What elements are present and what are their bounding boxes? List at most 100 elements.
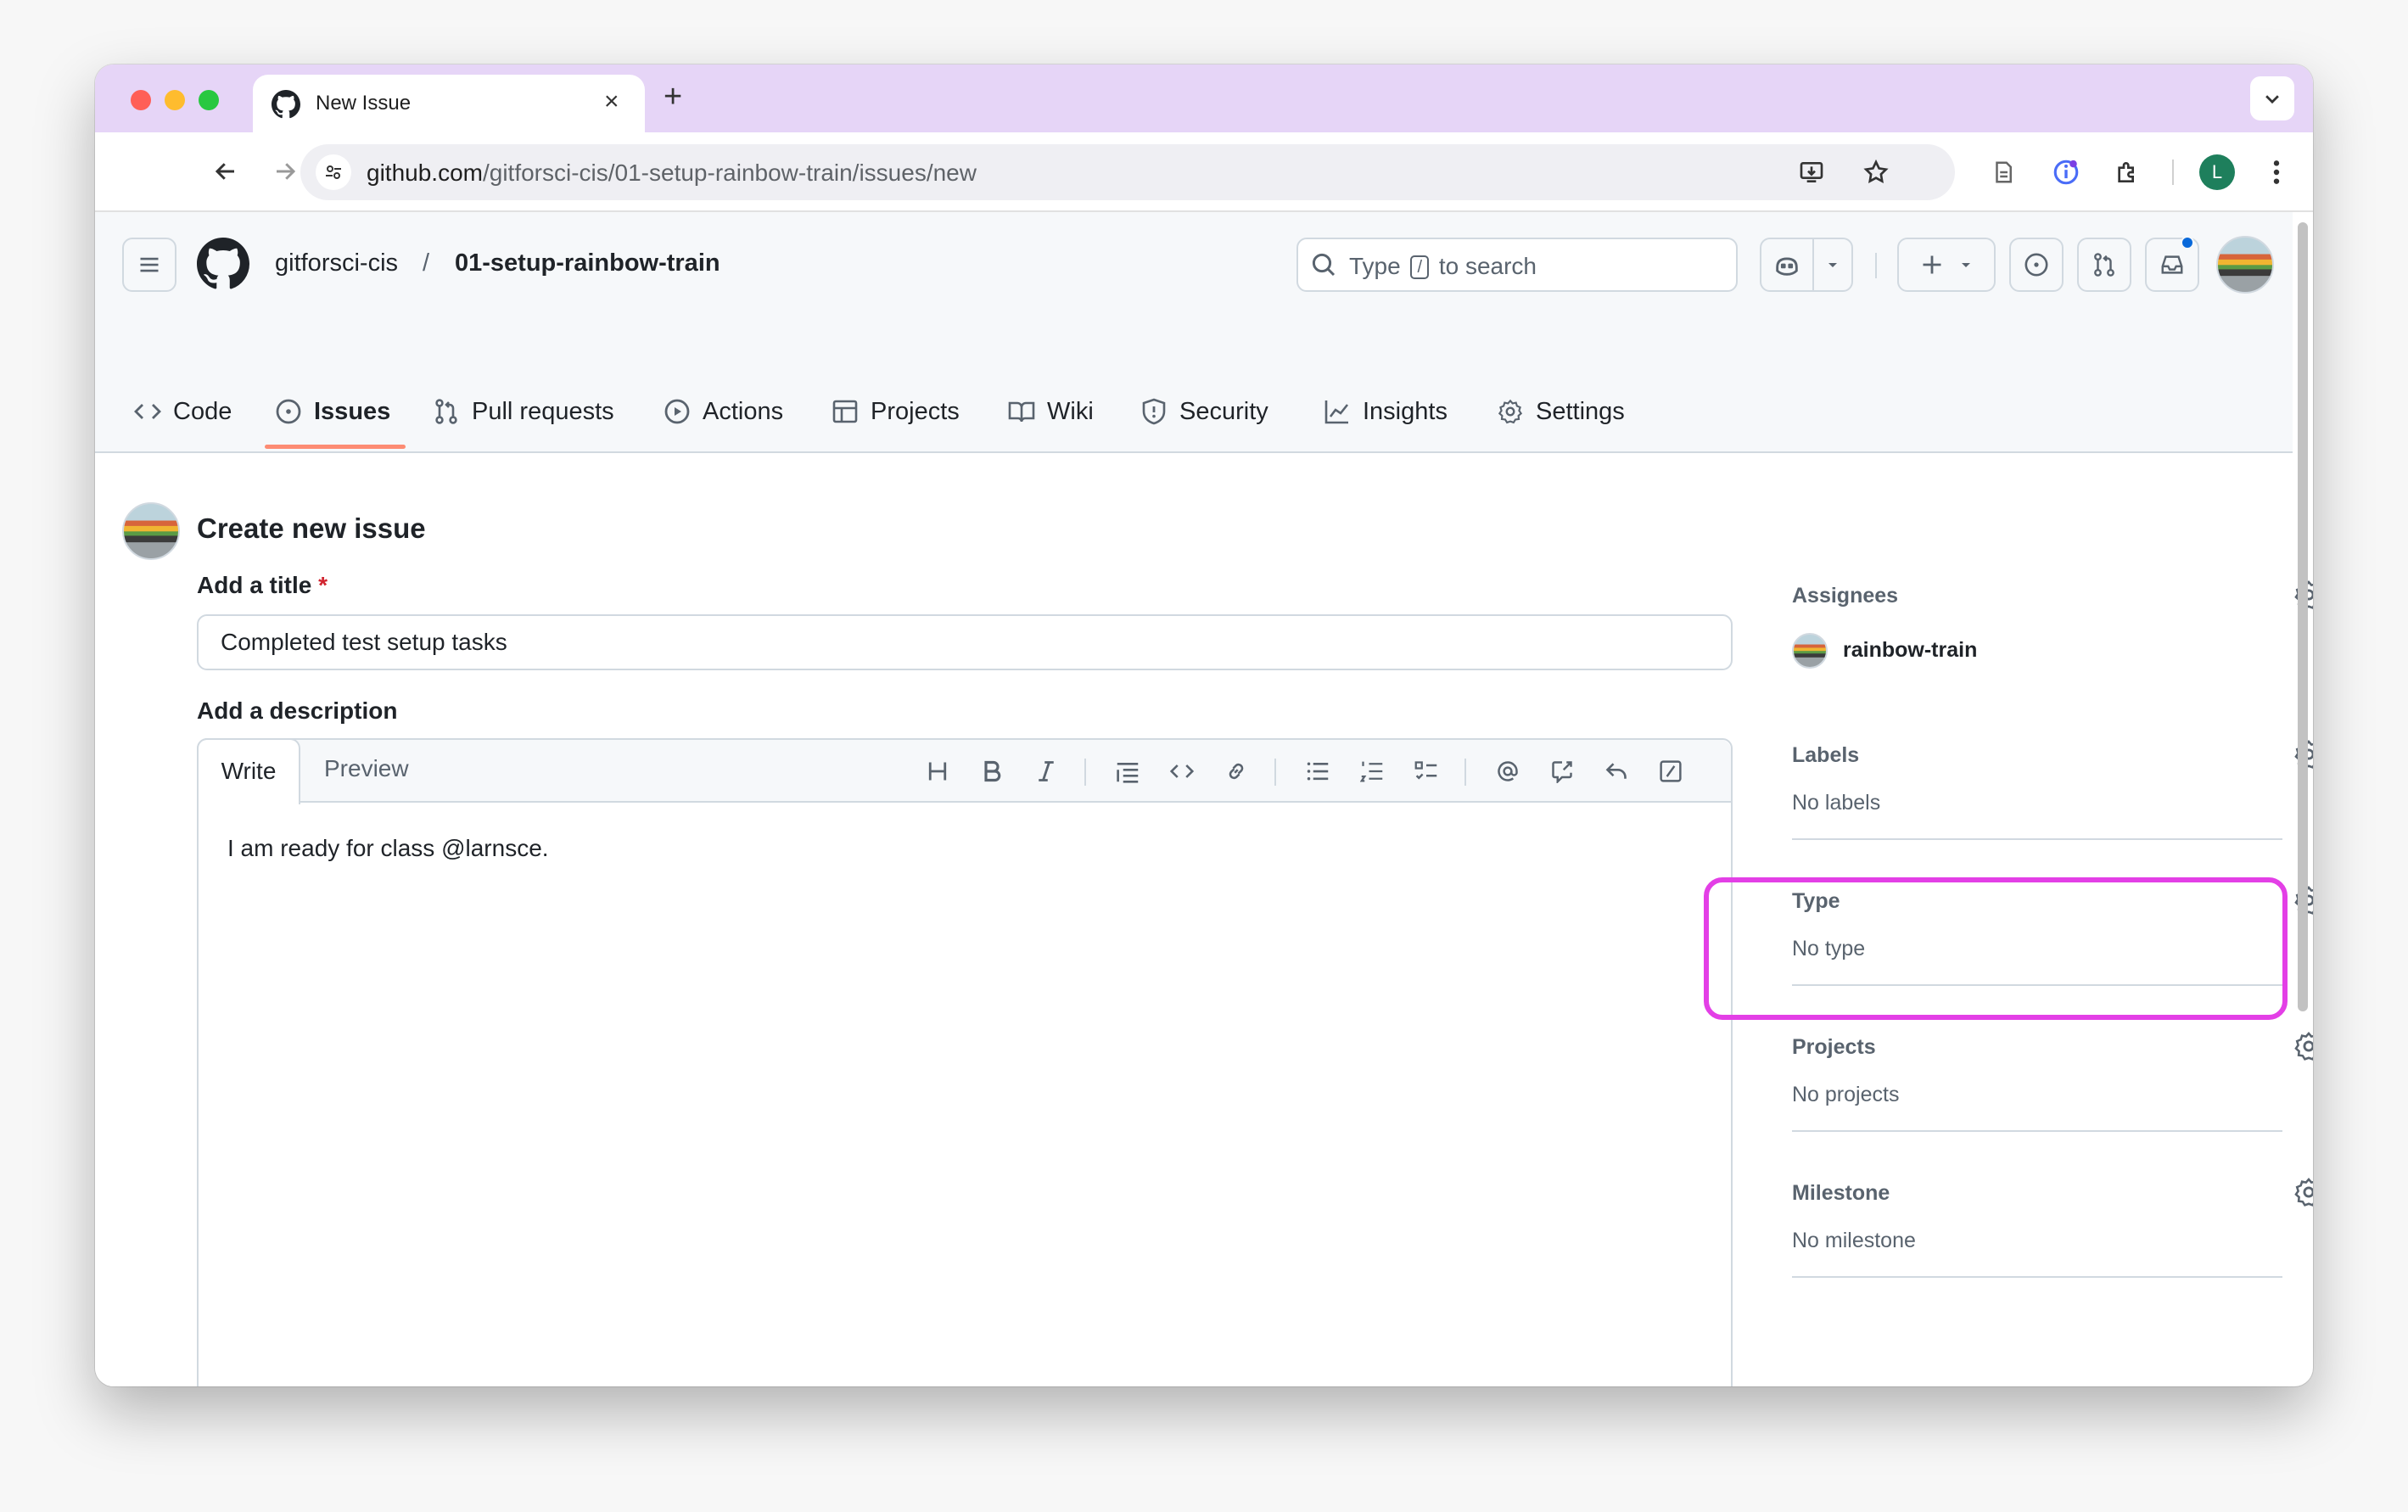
play-icon [664,399,690,424]
assignee-avatar [1792,633,1828,669]
issue-description-textarea[interactable]: I am ready for class @larnsce. [227,835,549,862]
tab-insights[interactable]: Insights [1324,370,1448,453]
tab-close-icon[interactable]: × [604,87,619,117]
unordered-list-button[interactable] [1302,755,1334,787]
reply-button[interactable] [1600,755,1632,787]
zoom-window-button[interactable] [199,90,219,110]
document-icon [1996,161,2012,183]
minimize-window-button[interactable] [165,90,185,110]
tab-wiki[interactable]: Wiki [1008,370,1094,453]
install-app-button[interactable] [1795,156,1828,188]
tab-preview[interactable]: Preview [324,755,409,782]
sidebar-divider [1792,1276,2282,1278]
tab-code[interactable]: Code [134,370,232,453]
close-window-button[interactable] [131,90,151,110]
tab-actions[interactable]: Actions [664,370,783,453]
tab-settings[interactable]: Settings [1497,370,1625,453]
site-settings-button[interactable] [316,154,351,190]
breadcrumb-repo-link[interactable]: 01-setup-rainbow-train [455,249,720,277]
user-avatar[interactable] [2216,236,2274,294]
bookmark-button[interactable] [1860,156,1892,188]
browser-profile-avatar[interactable]: L [2199,154,2235,190]
inbox-button[interactable] [2145,236,2199,292]
extension-button-1[interactable] [2048,154,2084,190]
extensions-button[interactable] [2109,154,2145,190]
sidebar-divider [1792,1130,2282,1132]
copilot-dropdown-button[interactable] [1812,238,1853,292]
code-button[interactable] [1166,755,1198,787]
tab-search-button[interactable] [2250,76,2294,120]
breadcrumb-owner-link[interactable]: gitforsci-cis [275,249,398,277]
book-icon [1008,401,1035,423]
issue-opened-icon [276,399,301,424]
shield-icon [1142,398,1166,425]
address-bar[interactable]: github.com/gitforsci-cis/01-setup-rainbo… [300,144,1955,200]
toolbar-divider [1084,759,1086,786]
ordered-list-button[interactable] [1356,755,1388,787]
puzzle-icon [2118,162,2134,182]
required-mark: * [318,572,328,598]
labels-title: Labels [1792,743,1860,767]
tab-issues[interactable]: Issues [275,370,390,453]
mention-button[interactable] [1492,755,1524,787]
global-menu-button[interactable] [122,238,176,292]
tab-strip: New Issue × + [95,64,2313,132]
back-button[interactable] [209,154,243,188]
gear-icon[interactable] [2293,1176,2313,1208]
gear-icon [1498,399,1523,424]
breadcrumb-separator: / [423,249,430,277]
tab-pull-requests[interactable]: Pull requests [433,370,614,453]
italic-icon [1039,761,1054,781]
new-tab-button[interactable]: + [664,80,682,114]
inbox-icon [2161,255,2183,274]
toolbar-divider [1274,759,1276,786]
task-list-button[interactable] [1410,755,1442,787]
gear-icon[interactable] [2293,1030,2313,1062]
search-placeholder: Type / to search [1349,253,1537,279]
sidebar-divider [1792,838,2282,840]
create-new-button[interactable] [1897,238,1996,292]
tab-projects[interactable]: Projects [832,370,960,453]
copilot-icon [1776,257,1798,276]
page-scrollbar[interactable] [2298,222,2308,1011]
heading-button[interactable] [921,755,954,787]
tab-title: New Issue [316,92,412,115]
browser-menu-button[interactable] [2259,154,2294,190]
git-pull-request-icon [435,399,457,424]
slash-commands-button[interactable] [1655,755,1687,787]
your-issues-button[interactable] [2009,238,2064,292]
github-favicon-icon [272,90,300,119]
forward-button[interactable] [268,154,302,188]
tab-security[interactable]: Security [1140,370,1268,453]
milestone-value: No milestone [1792,1229,1916,1252]
search-input[interactable]: Type / to search [1296,238,1738,292]
tab-write[interactable]: Write [197,738,300,804]
github-logo-icon[interactable] [197,238,249,290]
editor-toolbar: Write Preview [197,738,1731,804]
page-title: Create new issue [197,512,426,544]
quote-button[interactable] [1112,755,1144,787]
bold-button[interactable] [976,755,1008,787]
browser-tab-active[interactable]: New Issue × [253,75,645,132]
copilot-button[interactable] [1760,238,1814,292]
reading-mode-button[interactable] [1985,154,2021,190]
assignees-title: Assignees [1792,584,1899,608]
reply-icon [1605,763,1627,779]
link-button[interactable] [1220,755,1252,787]
issue-title-input[interactable]: Completed test setup tasks [197,614,1733,670]
active-tab-indicator [265,445,406,449]
new-issue-page: Create new issue Add a title * Completed… [95,453,2313,1386]
list-ordered-icon [1360,761,1383,782]
tasklist-icon [1414,761,1437,780]
your-pull-requests-button[interactable] [2077,238,2131,292]
triangle-down-icon [1828,263,1837,267]
chevron-down-icon [2265,95,2279,104]
code-icon [134,404,161,419]
author-avatar [122,502,180,560]
heading-icon [928,762,947,781]
cross-reference-button[interactable] [1546,755,1578,787]
assignee-link[interactable]: rainbow-train [1843,638,1977,663]
hamburger-icon [140,257,159,272]
graph-icon [1324,400,1349,424]
italic-button[interactable] [1030,755,1062,787]
